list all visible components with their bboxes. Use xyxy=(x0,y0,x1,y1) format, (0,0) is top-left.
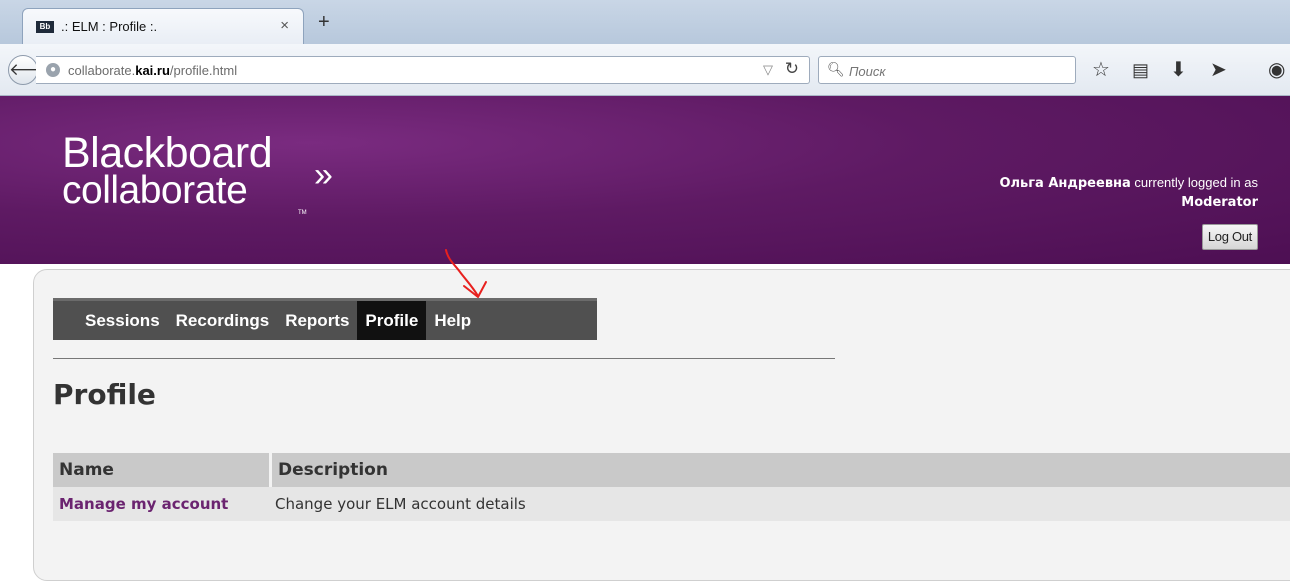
divider xyxy=(53,358,835,359)
menu-item-recordings[interactable]: Recordings xyxy=(168,301,278,340)
address-bar[interactable]: ● collaborate.kai.ru/profile.html ▽ ↻ xyxy=(36,56,810,84)
user-name: Ольга Андреевна xyxy=(999,176,1131,191)
chat-icon[interactable]: ◉ xyxy=(1268,58,1285,82)
send-icon[interactable]: ➤ xyxy=(1210,58,1227,82)
search-input[interactable] xyxy=(847,60,1071,82)
annotation-arrow-icon xyxy=(445,249,487,298)
user-info: Ольга Андреевна currently logged in as M… xyxy=(878,174,1258,212)
browser-navbar: 🡐 ● collaborate.kai.ru/profile.html ▽ ↻ … xyxy=(0,44,1290,96)
manage-account-link[interactable]: Manage my account xyxy=(53,487,269,521)
close-tab-icon[interactable]: × xyxy=(280,17,289,34)
new-tab-button[interactable]: + xyxy=(318,12,330,32)
reading-list-icon[interactable]: ▤ xyxy=(1132,58,1149,82)
user-role: Moderator xyxy=(1181,195,1258,210)
browser-tab[interactable]: Bb .: ELM : Profile :. × xyxy=(22,8,304,44)
download-icon[interactable]: ⬇ xyxy=(1170,58,1187,82)
profile-table: Name Description Manage my account Chang… xyxy=(53,453,1290,521)
browser-tab-strip: Bb .: ELM : Profile :. × + xyxy=(0,0,1290,44)
search-bar[interactable]: 🔍︎ xyxy=(818,56,1076,84)
menu-item-help[interactable]: Help xyxy=(426,301,479,340)
logged-in-text: currently logged in as xyxy=(1130,175,1258,190)
main-menu: Sessions Recordings Reports Profile Help xyxy=(53,298,597,340)
logo-trademark: TM xyxy=(298,210,307,216)
page-title: Profile xyxy=(53,378,156,411)
column-header-name: Name xyxy=(53,453,272,487)
logo-chevron-icon: » xyxy=(314,156,333,194)
menu-item-sessions[interactable]: Sessions xyxy=(79,301,168,340)
site-header: Blackboard collaborate » TM Ольга Андрее… xyxy=(0,96,1290,264)
row-description: Change your ELM account details xyxy=(275,495,526,513)
menu-item-profile[interactable]: Profile xyxy=(357,301,427,340)
column-header-description: Description xyxy=(278,460,388,480)
table-header: Name Description xyxy=(53,453,1290,487)
dropdown-triangle-icon[interactable]: ▽ xyxy=(763,62,773,78)
menu-item-reports[interactable]: Reports xyxy=(277,301,357,340)
logout-button[interactable]: Log Out xyxy=(1201,224,1258,250)
back-button[interactable]: 🡐 xyxy=(8,55,55,85)
globe-icon: ● xyxy=(46,63,60,77)
tab-title: .: ELM : Profile :. xyxy=(61,19,158,34)
favicon-icon: Bb xyxy=(36,21,54,33)
star-bookmark-icon[interactable]: ☆ xyxy=(1092,58,1110,82)
reload-icon[interactable]: ↻ xyxy=(785,59,799,79)
table-row: Manage my account Change your ELM accoun… xyxy=(53,487,1290,521)
search-icon: 🔍︎ xyxy=(827,61,845,77)
blackboard-collaborate-logo: Blackboard collaborate » TM xyxy=(62,132,333,217)
logo-line2: collaborate xyxy=(62,169,248,212)
url-text: collaborate.kai.ru/profile.html xyxy=(68,63,238,78)
